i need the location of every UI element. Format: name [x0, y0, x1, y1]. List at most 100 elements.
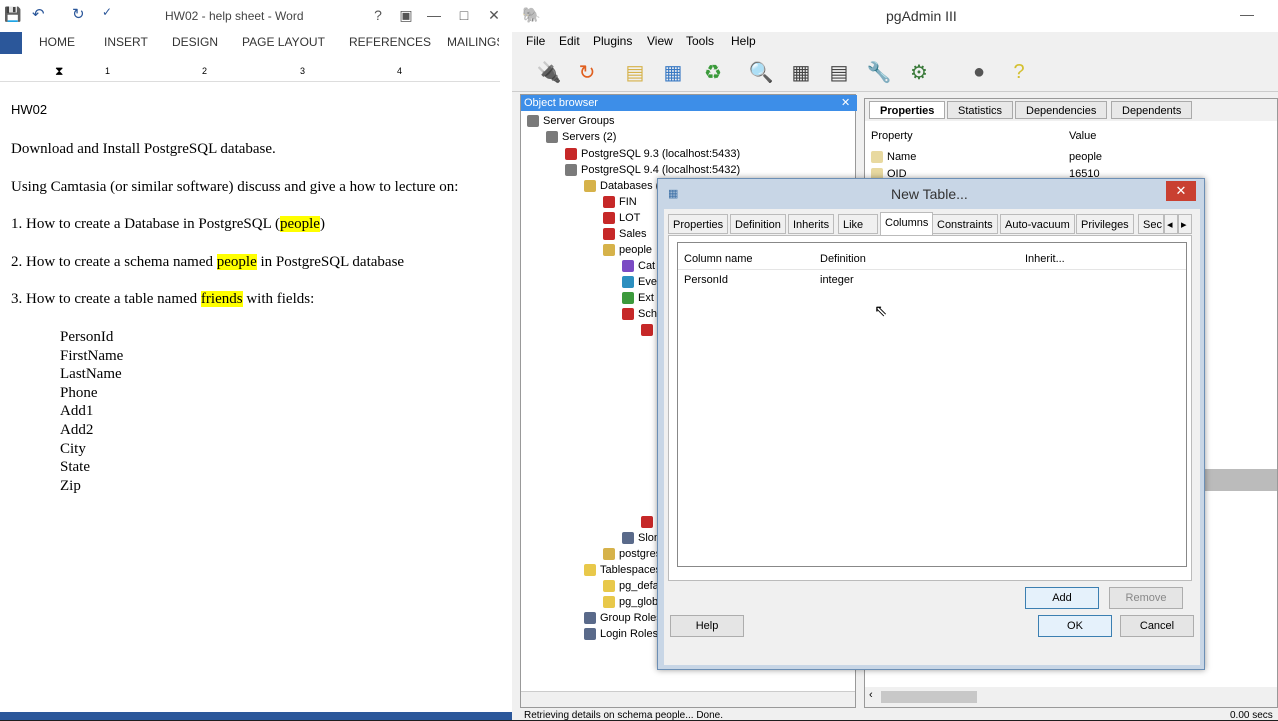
tab-dependents[interactable]: Dependents — [1111, 101, 1193, 119]
minimize-icon[interactable]: — — [1240, 6, 1254, 22]
tab-page-layout[interactable]: PAGE LAYOUT — [242, 35, 325, 49]
properties-icon[interactable]: ▤ — [620, 56, 650, 88]
word-help-button[interactable]: ? — [365, 7, 391, 25]
connect-icon[interactable]: 🔌 — [534, 56, 564, 88]
menu-help[interactable]: Help — [731, 34, 756, 48]
tree-node[interactable]: Sales — [603, 226, 647, 242]
menu-edit[interactable]: Edit — [559, 34, 580, 48]
column-row-definition[interactable]: integer — [820, 274, 854, 286]
tab-dependencies[interactable]: Dependencies — [1015, 101, 1108, 119]
tree-node[interactable]: Sch — [622, 306, 657, 322]
menu-view[interactable]: View — [647, 34, 673, 48]
redo-icon[interactable]: ↻ — [72, 5, 85, 23]
object-browser-title: Object browser ✕ — [521, 95, 857, 111]
maximize-icon[interactable]: □ — [451, 7, 477, 25]
minimize-icon[interactable]: — — [421, 7, 447, 25]
tab-statistics[interactable]: Statistics — [947, 101, 1014, 119]
tab-mailings[interactable]: MAILINGS — [447, 35, 499, 49]
tree-node[interactable]: PostgreSQL 9.3 (localhost:5433) — [565, 146, 740, 162]
tree-node[interactable]: Servers (2) — [546, 129, 616, 145]
create-object-icon[interactable]: ▦ — [658, 56, 688, 88]
close-icon[interactable]: ✕ — [841, 95, 850, 111]
elephant-icon: 🐘 — [522, 7, 541, 24]
tree-node[interactable]: people — [603, 242, 652, 258]
tree-node[interactable]: Slon — [622, 530, 660, 546]
tree-node-label: Sch — [638, 308, 657, 320]
indent-marker-icon[interactable]: ⧗ — [55, 64, 63, 79]
file-tab[interactable] — [0, 32, 22, 54]
tab-design[interactable]: DESIGN — [172, 35, 218, 49]
tab-constraints[interactable]: Constraints — [932, 214, 998, 234]
menu-tools[interactable]: Tools — [686, 34, 714, 48]
document-body[interactable]: HW02 Download and Install PostgreSQL dat… — [0, 84, 500, 694]
spelling-icon[interactable]: ✓ — [102, 5, 112, 19]
tree-node-label: PostgreSQL 9.3 (localhost:5433) — [581, 148, 741, 160]
scroll-left-icon[interactable]: ‹ — [869, 689, 873, 701]
view-data-icon[interactable]: ▦ — [786, 56, 816, 88]
tab-properties[interactable]: Properties — [668, 214, 729, 234]
ok-button[interactable]: OK — [1038, 615, 1112, 637]
horizontal-scrollbar[interactable]: ‹ — [865, 687, 1277, 707]
horizontal-scrollbar[interactable] — [521, 691, 855, 707]
save-icon[interactable]: 💾 — [4, 6, 21, 23]
tab-scroll-left-icon[interactable]: ◂ — [1164, 214, 1178, 234]
panel-splitter[interactable] — [1205, 469, 1277, 491]
refresh-icon[interactable]: ↻ — [572, 56, 602, 88]
delete-icon[interactable]: ♻ — [698, 56, 728, 88]
menu-bar: File Edit Plugins View Tools Help — [512, 32, 1278, 52]
tree-node[interactable]: Login Roles — [584, 626, 658, 642]
tree-node[interactable]: PostgreSQL 9.4 (localhost:5432) — [565, 162, 740, 178]
add-button[interactable]: Add — [1025, 587, 1099, 609]
column-row-name[interactable]: PersonId — [684, 274, 728, 286]
tree-node[interactable]: Group Roles — [584, 610, 662, 626]
tree-node[interactable] — [641, 322, 657, 338]
tree-node-icon — [546, 131, 558, 144]
tree-node-label: Login Roles — [600, 628, 659, 640]
tree-node[interactable]: postgres — [603, 546, 661, 562]
property-column-header: Property — [871, 130, 913, 142]
tab-inherits[interactable]: Inherits — [788, 214, 835, 234]
tab-columns[interactable]: Columns — [880, 212, 934, 235]
tab-home[interactable]: HOME — [39, 35, 75, 49]
scroll-thumb[interactable] — [881, 691, 977, 703]
tab-references[interactable]: REFERENCES — [349, 35, 431, 49]
filtered-data-icon[interactable]: ▤ — [824, 56, 854, 88]
tree-node-icon — [603, 196, 615, 209]
remove-button[interactable]: Remove — [1109, 587, 1183, 609]
tree-node[interactable]: FIN — [603, 194, 637, 210]
maintenance-icon[interactable]: 🔧 — [864, 56, 894, 88]
tree-node[interactable]: Eve — [622, 274, 657, 290]
menu-plugins[interactable]: Plugins — [593, 34, 632, 48]
columns-grid[interactable]: Column name Definition Inherit... Person… — [677, 242, 1187, 567]
tab-properties[interactable]: Properties — [869, 101, 946, 119]
tree-node[interactable]: Tablespaces — [584, 562, 661, 578]
help-button[interactable]: Help — [670, 615, 744, 637]
plugins-icon[interactable]: ⚙ — [904, 56, 934, 88]
tree-node[interactable]: Server Groups — [527, 113, 615, 129]
ribbon-display-icon[interactable]: ▣ — [393, 7, 419, 25]
tab-like[interactable]: Like — [838, 214, 878, 234]
dialog-title: New Table... — [891, 186, 968, 202]
tree-node-label: LOT — [619, 212, 641, 224]
tree-node[interactable] — [641, 514, 657, 530]
dialog-close-button[interactable]: ✕ — [1166, 181, 1196, 201]
sql-icon[interactable]: 🔍 — [746, 56, 776, 88]
hint-icon[interactable]: ● — [964, 56, 994, 88]
tab-scroll-right-icon[interactable]: ▸ — [1178, 214, 1192, 234]
tree-node-label: Sales — [619, 228, 647, 240]
close-icon[interactable]: ✕ — [481, 7, 507, 25]
tab-security[interactable]: Sec — [1138, 214, 1164, 234]
tab-insert[interactable]: INSERT — [104, 35, 148, 49]
cancel-button[interactable]: Cancel — [1120, 615, 1194, 637]
tree-node[interactable]: Cat — [622, 258, 655, 274]
tab-definition[interactable]: Definition — [730, 214, 786, 234]
tree-node-label: Group Roles — [600, 612, 662, 624]
tree-node-icon — [622, 260, 634, 273]
undo-icon[interactable]: ↶ — [32, 5, 45, 23]
tab-auto-vacuum[interactable]: Auto-vacuum — [1000, 214, 1075, 234]
tree-node[interactable]: Ext — [622, 290, 654, 306]
tree-node[interactable]: LOT — [603, 210, 640, 226]
menu-file[interactable]: File — [526, 34, 545, 48]
tab-privileges[interactable]: Privileges — [1076, 214, 1134, 234]
help-icon[interactable]: ? — [1004, 56, 1034, 88]
